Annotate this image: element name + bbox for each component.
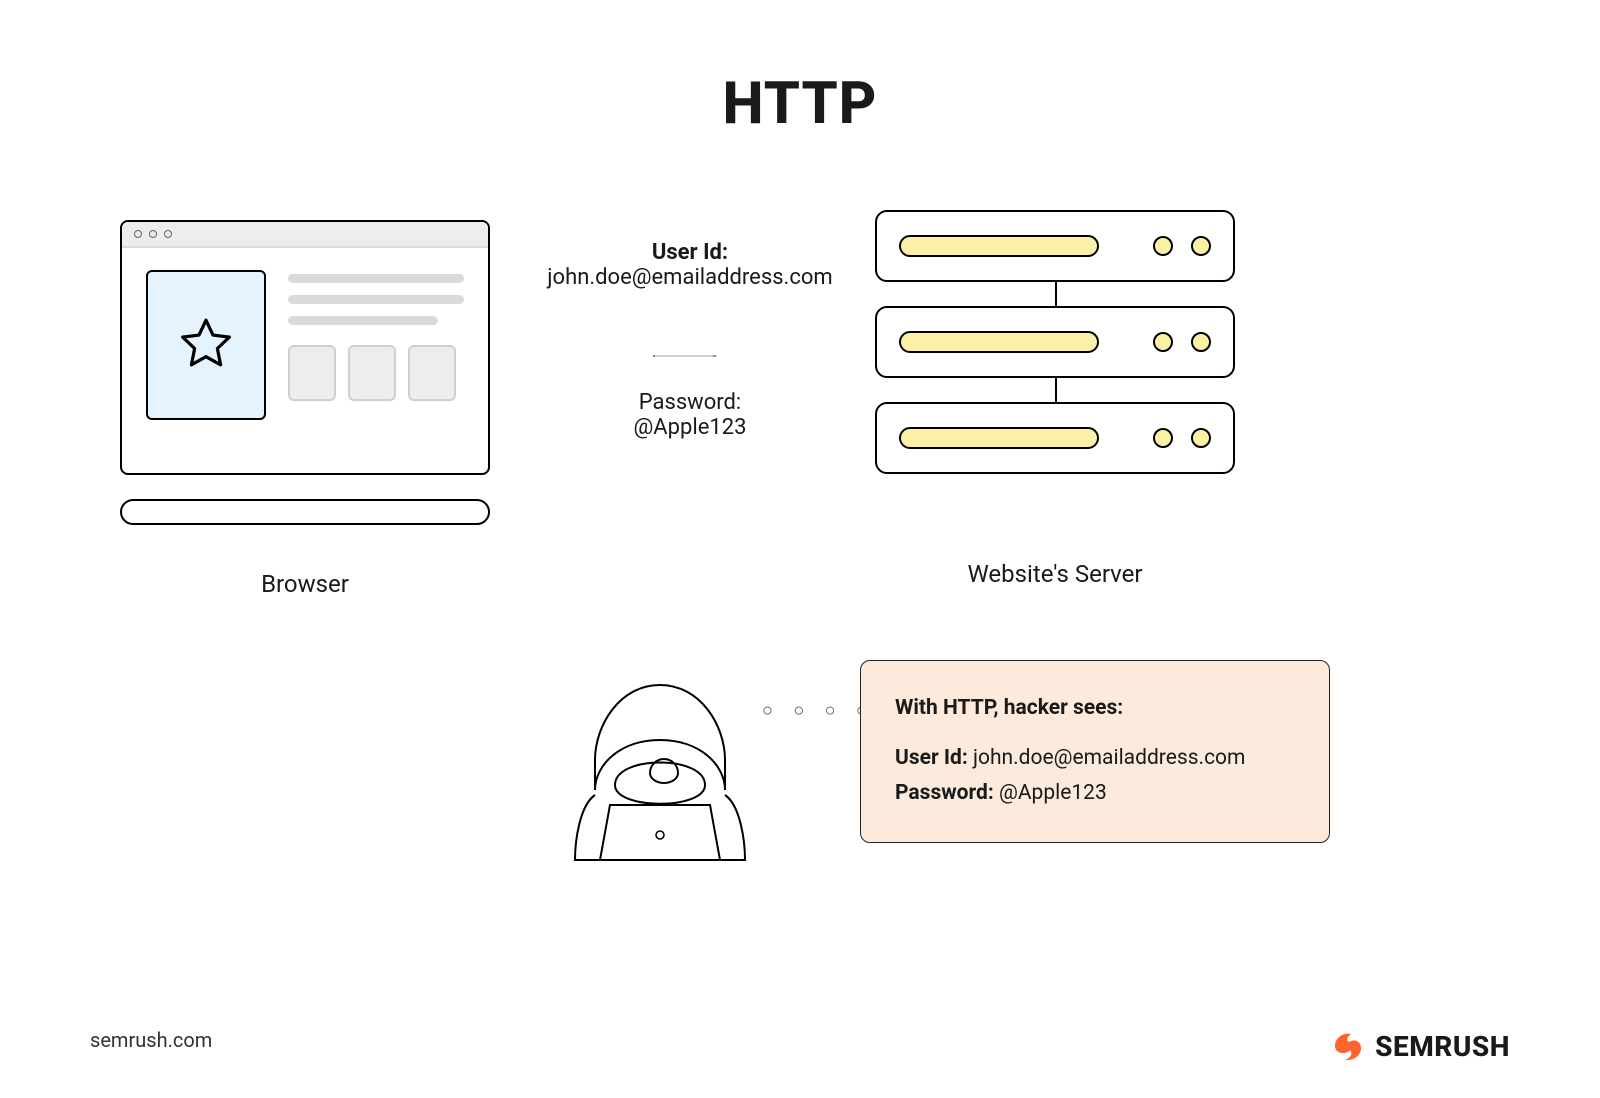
- led-icon: [1191, 428, 1211, 448]
- server-slot: [899, 427, 1099, 449]
- led-icon: [1153, 428, 1173, 448]
- led-icon: [1153, 332, 1173, 352]
- thumbnail: [146, 270, 266, 420]
- brand-logo: SEMRUSH: [1329, 1028, 1510, 1064]
- window-dot-icon: [134, 230, 142, 238]
- server-slot: [899, 331, 1099, 353]
- hacker-box-heading: With HTTP, hacker sees:: [895, 691, 1295, 727]
- text-line-placeholder: [288, 274, 464, 283]
- brand-name: SEMRUSH: [1375, 1030, 1510, 1063]
- password-value: @Apple123: [530, 415, 850, 440]
- browser-illustration: [120, 220, 500, 525]
- browser-window: [120, 220, 490, 475]
- arrow-icon: [525, 355, 845, 357]
- content-box: [408, 345, 456, 401]
- hacker-password-label: Password:: [895, 781, 994, 805]
- window-dot-icon: [149, 230, 157, 238]
- footer-url: semrush.com: [90, 1028, 212, 1052]
- hacker-sees-box: With HTTP, hacker sees: User Id: john.do…: [860, 660, 1330, 843]
- browser-label: Browser: [120, 570, 490, 598]
- window-dot-icon: [164, 230, 172, 238]
- browser-body: [122, 248, 488, 442]
- led-icon: [1191, 236, 1211, 256]
- diagram-title: HTTP: [0, 70, 1600, 138]
- laptop-base: [120, 499, 490, 525]
- led-icon: [1191, 332, 1211, 352]
- content-box: [288, 345, 336, 401]
- hacker-illustration: [560, 675, 760, 865]
- hacker-password-value: @Apple123: [999, 781, 1107, 805]
- thought-dots-icon: ○ ○ ○ ○: [762, 700, 875, 721]
- server-stack: [875, 210, 1235, 474]
- content-lines: [288, 270, 464, 420]
- password-label: Password:: [530, 390, 850, 415]
- led-icon: [1153, 236, 1173, 256]
- server-unit: [875, 306, 1235, 378]
- hacker-userid-value: john.doe@emailaddress.com: [973, 746, 1245, 770]
- text-line-placeholder: [288, 295, 464, 304]
- content-boxes: [288, 345, 464, 401]
- hacker-userid-label: User Id:: [895, 746, 968, 770]
- hacker-userid-row: User Id: john.doe@emailaddress.com: [895, 741, 1295, 777]
- transfer-credentials-top: User Id: john.doe@emailaddress.com: [530, 240, 850, 290]
- server-slot: [899, 235, 1099, 257]
- content-box: [348, 345, 396, 401]
- user-id-value: john.doe@emailaddress.com: [530, 265, 850, 290]
- server-unit: [875, 210, 1235, 282]
- user-id-label: User Id:: [530, 240, 850, 265]
- browser-titlebar: [122, 222, 488, 248]
- star-icon: [171, 310, 241, 380]
- text-line-placeholder: [288, 316, 438, 325]
- server-label: Website's Server: [875, 560, 1235, 588]
- server-unit: [875, 402, 1235, 474]
- hacker-password-row: Password: @Apple123: [895, 776, 1295, 812]
- transfer-credentials-bottom: Password: @Apple123: [530, 390, 850, 440]
- flame-icon: [1329, 1028, 1365, 1064]
